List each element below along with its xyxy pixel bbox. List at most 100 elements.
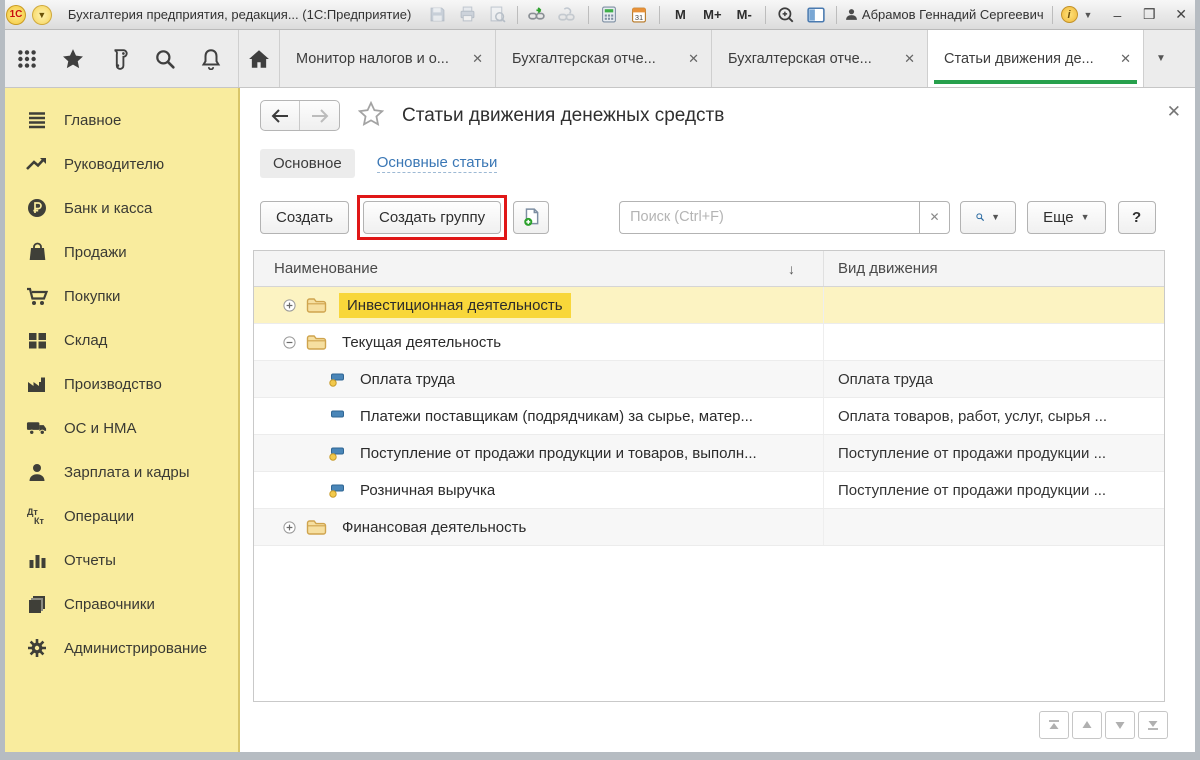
home-icon: [248, 49, 270, 69]
tab-3[interactable]: Бухгалтерская отче...✕: [712, 30, 928, 87]
factory-icon: [26, 374, 48, 394]
sidebar-item-bag[interactable]: Продажи: [0, 230, 238, 274]
nav-link-main-articles[interactable]: Основные статьи: [377, 154, 498, 173]
list-toolbar: Создать Создать группу ✕ ▼ Еще ▼ ?: [260, 194, 1175, 240]
create-button[interactable]: Создать: [260, 201, 349, 234]
memory-m-plus-button[interactable]: M+: [699, 7, 725, 22]
help-button[interactable]: ?: [1118, 201, 1156, 234]
memory-m-button[interactable]: M: [668, 7, 694, 22]
tab-close-icon[interactable]: ✕: [904, 51, 915, 67]
expand-icon[interactable]: [283, 299, 296, 312]
row-name: Текущая деятельность: [342, 334, 501, 351]
preview-icon[interactable]: [485, 4, 509, 26]
1c-logo-icon: 1С: [6, 5, 26, 25]
tab-2[interactable]: Бухгалтерская отче...✕: [496, 30, 712, 87]
link-icon[interactable]: [556, 4, 580, 26]
info-icon[interactable]: i: [1061, 6, 1078, 23]
element-icon: [328, 409, 345, 424]
row-name: Розничная выручка: [360, 482, 495, 499]
history-icon[interactable]: [96, 30, 142, 87]
tab-list-dropdown-icon[interactable]: ▼: [1144, 30, 1178, 87]
home-tab[interactable]: [238, 30, 280, 87]
history-nav-group: [260, 100, 340, 131]
all-sections-icon[interactable]: [4, 30, 50, 87]
memory-m-minus-button[interactable]: M-: [731, 7, 757, 22]
svg-text:31: 31: [634, 13, 642, 22]
table-row-group[interactable]: Текущая деятельность: [254, 324, 1164, 361]
zoom-icon[interactable]: [774, 4, 798, 26]
truck-icon: [26, 418, 48, 438]
minimize-button[interactable]: –: [1104, 7, 1130, 23]
search-input[interactable]: [619, 201, 919, 234]
column-header-kind[interactable]: Вид движения: [824, 251, 1164, 286]
column-header-name[interactable]: Наименование ↓: [254, 251, 824, 286]
sidebar-item-gear[interactable]: Администрирование: [0, 626, 238, 670]
books-icon: [26, 594, 48, 614]
sidebar-item-ruble[interactable]: Банк и касса: [0, 186, 238, 230]
sidebar-item-cart[interactable]: Покупки: [0, 274, 238, 318]
tab-close-icon[interactable]: ✕: [472, 51, 483, 67]
tab-close-icon[interactable]: ✕: [688, 51, 699, 67]
current-user[interactable]: Абрамов Геннадий Сергеевич: [845, 7, 1044, 22]
maximize-button[interactable]: ❒: [1136, 6, 1162, 23]
save-icon[interactable]: [425, 4, 449, 26]
main-menu-button[interactable]: ▼: [32, 5, 52, 25]
favorites-icon[interactable]: [50, 30, 96, 87]
search-clear-icon[interactable]: ✕: [919, 201, 950, 234]
sidebar-item-warehouse[interactable]: Склад: [0, 318, 238, 362]
tab-4[interactable]: Статьи движения де...✕: [928, 30, 1144, 87]
search-group: ✕: [619, 201, 950, 234]
info-dropdown-icon[interactable]: ▼: [1084, 10, 1093, 20]
tab-label: Монитор налогов и о...: [296, 51, 449, 67]
close-button[interactable]: ✕: [1168, 6, 1194, 23]
folder-icon: [306, 334, 327, 351]
row-kind: Оплата товаров, работ, услуг, сырья ...: [824, 408, 1164, 425]
sidebar-item-truck[interactable]: ОС и НМА: [0, 406, 238, 450]
table-row-group[interactable]: Финансовая деятельность: [254, 509, 1164, 546]
search-icon[interactable]: [142, 30, 188, 87]
go-down-button[interactable]: [1105, 711, 1135, 739]
sidebar-item-sections[interactable]: Главное: [0, 98, 238, 142]
tab-1[interactable]: Монитор налогов и о... ✕: [280, 30, 496, 87]
table-row-item[interactable]: Платежи поставщикам (подрядчикам) за сыр…: [254, 398, 1164, 435]
favorite-star-icon[interactable]: [358, 101, 384, 131]
sidebar-item-dtkt[interactable]: ДтКтОперации: [0, 494, 238, 538]
form-area: ✕ Статьи движения денежных средств Основ…: [240, 88, 1195, 752]
sidebar-item-person[interactable]: Зарплата и кадры: [0, 450, 238, 494]
split-window-icon[interactable]: [804, 4, 828, 26]
go-first-button[interactable]: [1039, 711, 1069, 739]
element-icon: [328, 483, 345, 498]
table-row-item[interactable]: Оплата трудаОплата труда: [254, 361, 1164, 398]
sidebar-item-books[interactable]: Справочники: [0, 582, 238, 626]
folder-icon: [306, 519, 327, 536]
go-last-button[interactable]: [1138, 711, 1168, 739]
expand-icon[interactable]: [283, 521, 296, 534]
print-icon[interactable]: [455, 4, 479, 26]
create-by-copy-button[interactable]: [513, 201, 549, 234]
sidebar-item-trend[interactable]: Руководителю: [0, 142, 238, 186]
find-button[interactable]: ▼: [960, 201, 1016, 234]
more-button[interactable]: Еще ▼: [1027, 201, 1105, 234]
go-up-button[interactable]: [1072, 711, 1102, 739]
row-name: Платежи поставщикам (подрядчикам) за сыр…: [360, 408, 753, 425]
nav-main-chip[interactable]: Основное: [260, 149, 355, 178]
sidebar-item-factory[interactable]: Производство: [0, 362, 238, 406]
table-row-item[interactable]: Розничная выручка Поступление от продажи …: [254, 472, 1164, 509]
calculator-icon[interactable]: [597, 4, 621, 26]
table-row-item[interactable]: Поступление от продажи продукции и товар…: [254, 435, 1164, 472]
tab-close-icon[interactable]: ✕: [1120, 51, 1131, 67]
notifications-icon[interactable]: [188, 30, 234, 87]
table-row-group[interactable]: Инвестиционная деятельность: [254, 287, 1164, 324]
get-link-icon[interactable]: [526, 4, 550, 26]
collapse-icon[interactable]: [283, 336, 296, 349]
forward-button[interactable]: [300, 101, 339, 130]
sidebar-item-chart[interactable]: Отчеты: [0, 538, 238, 582]
more-dropdown-icon: ▼: [1081, 212, 1090, 222]
sidebar-item-label: Продажи: [64, 244, 127, 261]
trend-icon: [26, 154, 48, 174]
calendar-icon[interactable]: 31: [627, 4, 651, 26]
row-kind: Поступление от продажи продукции ...: [824, 482, 1164, 499]
create-group-button[interactable]: Создать группу: [363, 201, 501, 234]
form-close-icon[interactable]: ✕: [1167, 102, 1181, 122]
back-button[interactable]: [261, 101, 300, 130]
